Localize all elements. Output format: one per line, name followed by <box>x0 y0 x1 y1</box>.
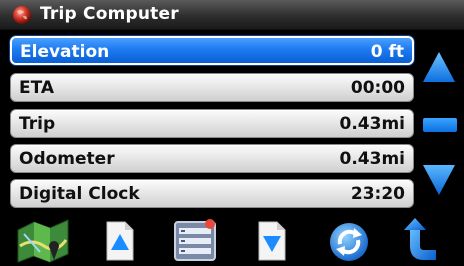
page-up-icon[interactable] <box>104 216 136 264</box>
row-value: 00:00 <box>350 78 405 98</box>
page-title: Trip Computer <box>40 4 179 24</box>
row-value: 23:20 <box>350 184 405 204</box>
row-value: 0.43mi <box>339 114 406 134</box>
row-elevation[interactable]: Elevation 0 ft <box>10 36 414 65</box>
row-label: Odometer <box>19 149 115 169</box>
triangle-down-icon <box>423 165 455 195</box>
scroll-thumb[interactable] <box>423 118 457 132</box>
refresh-icon[interactable] <box>328 216 370 264</box>
scroll-down-button[interactable] <box>421 163 457 197</box>
row-label: Digital Clock <box>19 184 140 204</box>
row-trip[interactable]: Trip 0.43mi <box>10 109 414 138</box>
trip-data-list: Elevation 0 ft ETA 00:00 Trip 0.43mi Odo… <box>0 30 464 210</box>
row-value: 0 ft <box>370 42 404 62</box>
page-down-icon[interactable] <box>256 216 288 264</box>
title-bar: Trip Computer <box>0 0 464 30</box>
row-eta[interactable]: ETA 00:00 <box>10 73 414 102</box>
row-digital-clock[interactable]: Digital Clock 23:20 <box>10 179 414 208</box>
menu-list-icon[interactable] <box>172 216 220 264</box>
back-arrow-icon[interactable] <box>402 216 442 264</box>
row-odometer[interactable]: Odometer 0.43mi <box>10 144 414 173</box>
row-label: ETA <box>19 78 55 98</box>
row-label: Elevation <box>20 42 110 62</box>
globe-icon <box>13 6 31 24</box>
scroll-up-button[interactable] <box>421 50 457 84</box>
triangle-up-icon <box>423 52 455 82</box>
row-label: Trip <box>19 114 56 134</box>
bottom-toolbar <box>0 210 464 266</box>
map-icon[interactable] <box>14 216 72 264</box>
row-value: 0.43mi <box>339 149 406 169</box>
